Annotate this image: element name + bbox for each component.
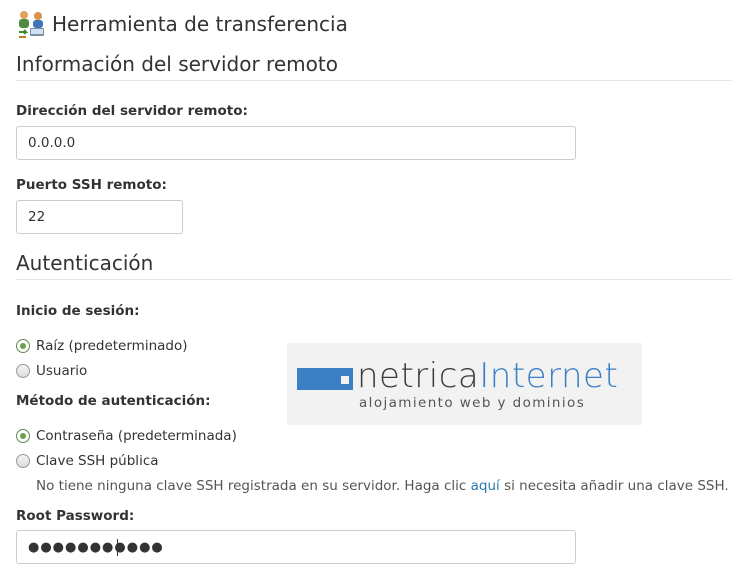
section-divider (16, 80, 732, 81)
logo-wordmark: netricaInternet (357, 356, 619, 396)
login-label: Inicio de sesión: (16, 303, 140, 319)
ssh-port-label: Puerto SSH remoto: (16, 177, 167, 193)
page-header: Herramienta de transferencia (16, 8, 348, 40)
logo-tagline: alojamiento web y dominios (359, 395, 586, 411)
netrica-logo: netricaInternet alojamiento web y domini… (287, 343, 642, 425)
login-option-root[interactable]: Raíz (predeterminado) (16, 337, 188, 355)
page-title: Herramienta de transferencia (52, 12, 348, 36)
radio-button[interactable] (16, 454, 30, 468)
root-password-input[interactable] (16, 530, 576, 564)
auth-method-ssh-key[interactable]: Clave SSH pública (16, 452, 159, 470)
auth-method-ssh-key-label: Clave SSH pública (36, 453, 159, 469)
section-divider (16, 279, 732, 280)
logo-square-icon (341, 376, 349, 384)
radio-button-checked[interactable] (16, 339, 30, 353)
remote-server-address-input[interactable] (16, 126, 576, 160)
radio-button[interactable] (16, 364, 30, 378)
login-option-user[interactable]: Usuario (16, 362, 87, 380)
remote-server-section-title: Información del servidor remoto (16, 52, 338, 76)
transfer-tool-icon (16, 8, 48, 40)
ssh-port-input[interactable] (16, 200, 183, 234)
ssh-key-help-text: No tiene ninguna clave SSH registrada en… (36, 478, 729, 494)
remote-server-address-label: Dirección del servidor remoto: (16, 103, 248, 119)
login-option-root-label: Raíz (predeterminado) (36, 338, 188, 354)
radio-button-checked[interactable] (16, 429, 30, 443)
auth-method-password[interactable]: Contraseña (predeterminada) (16, 427, 237, 445)
authentication-section-title: Autenticación (16, 251, 154, 275)
root-password-label: Root Password: (16, 508, 135, 524)
auth-method-label: Método de autenticación: (16, 393, 211, 409)
auth-method-password-label: Contraseña (predeterminada) (36, 428, 237, 444)
text-caret (117, 539, 118, 556)
add-ssh-key-link[interactable]: aquí (471, 478, 500, 494)
login-option-user-label: Usuario (36, 363, 88, 379)
